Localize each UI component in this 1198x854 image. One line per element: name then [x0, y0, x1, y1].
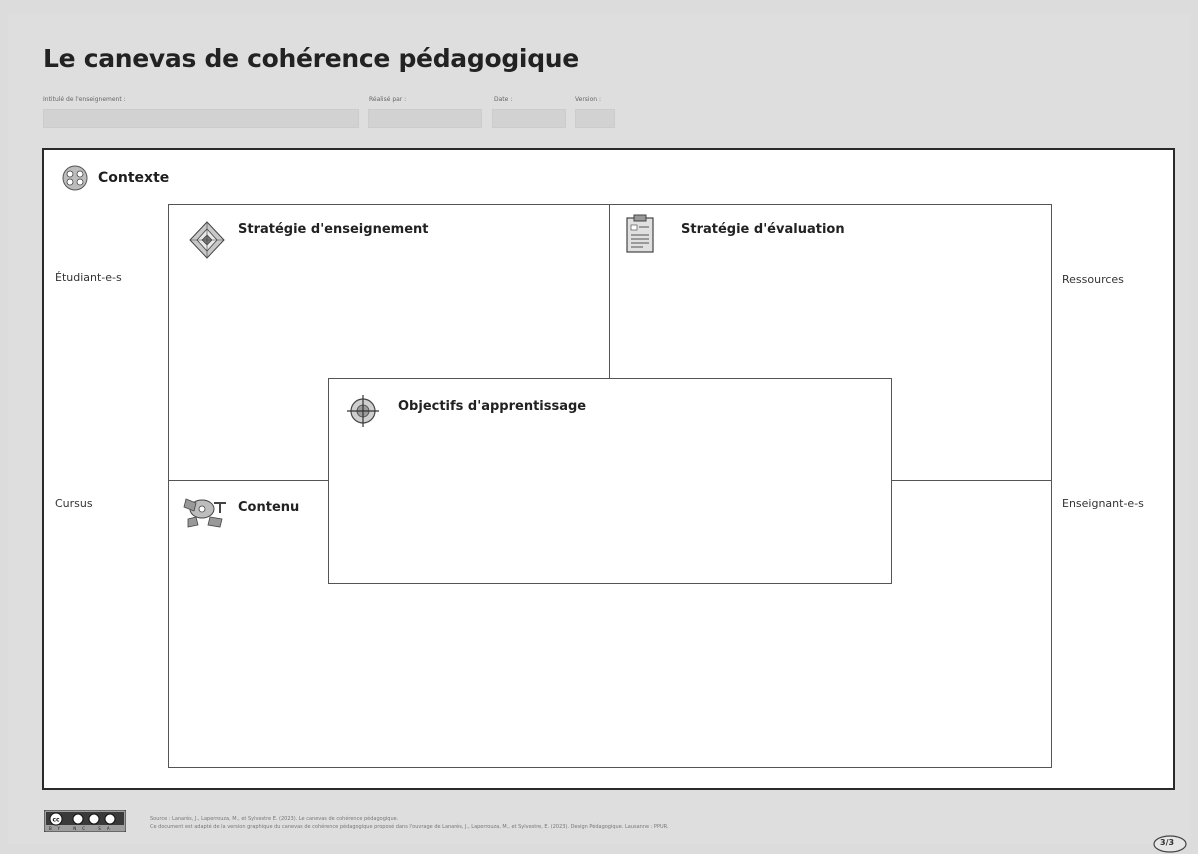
- realise-field[interactable]: [368, 109, 482, 128]
- footer-line-2: Ce document est adapté de la version gra…: [150, 824, 669, 830]
- page-number: 3/3: [1160, 838, 1175, 847]
- puzzle-people-icon: [183, 498, 226, 528]
- version-field[interactable]: [575, 109, 615, 128]
- version-label: Version :: [575, 96, 601, 103]
- svg-text:cc: cc: [52, 817, 60, 824]
- date-label: Date :: [494, 96, 513, 103]
- students-label: Étudiant-e-s: [55, 271, 122, 284]
- date-field[interactable]: [492, 109, 566, 128]
- realise-label: Réalisé par :: [369, 96, 407, 103]
- content-label: Contenu: [238, 500, 300, 515]
- license-text: BY NC SA: [49, 826, 116, 831]
- context-label: Contexte: [98, 170, 170, 186]
- footer-source: Source : Lanarès, J., Laperrouza, M., et…: [150, 815, 950, 831]
- clipboard-icon: [626, 214, 654, 253]
- cursus-label: Cursus: [55, 497, 93, 510]
- network-circle-icon: [62, 165, 88, 191]
- page-title: Le canevas de cohérence pédagogique: [43, 44, 579, 73]
- evaluation-strategy-label: Stratégie d'évaluation: [681, 222, 845, 237]
- resources-label: Ressources: [1062, 273, 1124, 286]
- intitule-label: Intitulé de l'enseignement :: [43, 96, 126, 103]
- objectives-label: Objectifs d'apprentissage: [398, 399, 587, 414]
- diamond-target-icon: [189, 221, 225, 259]
- teaching-strategy-label: Stratégie d'enseignement: [238, 222, 429, 237]
- crosshair-target-icon: [347, 395, 379, 427]
- intitule-field[interactable]: [43, 109, 359, 128]
- footer-line-1: Source : Lanarès, J., Laperrouza, M., et…: [150, 816, 399, 822]
- teachers-label: Enseignant-e-s: [1062, 497, 1144, 510]
